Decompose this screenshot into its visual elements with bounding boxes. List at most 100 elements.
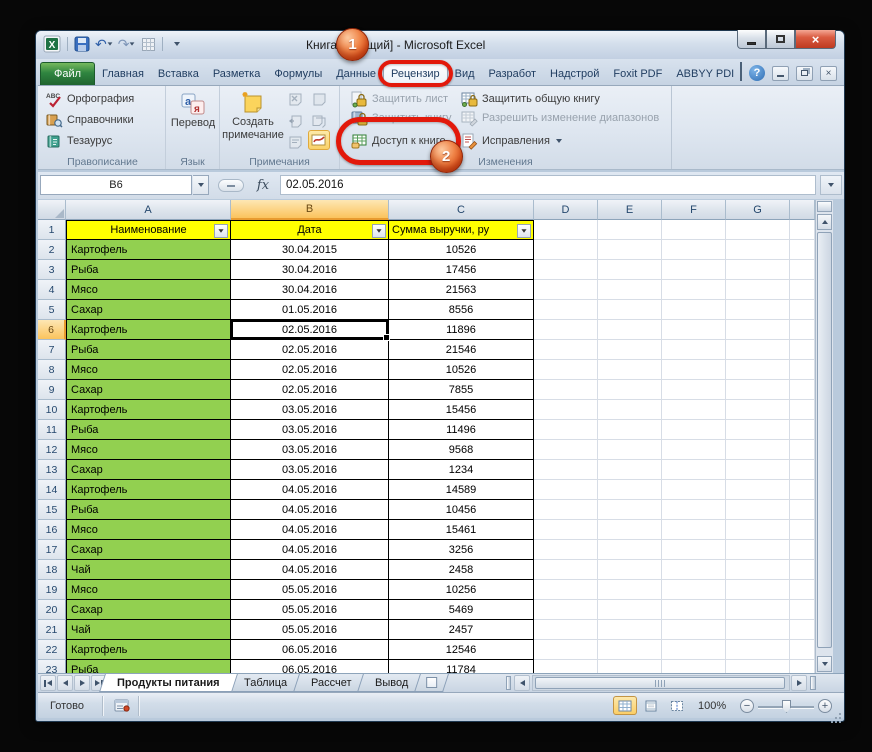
first-sheet-button[interactable] xyxy=(40,675,56,691)
empty-cell[interactable] xyxy=(726,260,790,280)
cell-B8[interactable]: 02.05.2016 xyxy=(231,360,389,380)
empty-cell[interactable] xyxy=(598,540,662,560)
empty-cell[interactable] xyxy=(598,260,662,280)
vertical-split-handle[interactable] xyxy=(817,201,832,212)
empty-cell[interactable] xyxy=(598,380,662,400)
empty-cell[interactable] xyxy=(534,620,598,640)
empty-cell[interactable] xyxy=(790,660,815,673)
empty-cell[interactable] xyxy=(662,260,726,280)
tab-Разметка[interactable]: Разметка xyxy=(206,63,268,85)
delete-comment-icon[interactable] xyxy=(284,89,306,109)
empty-cell[interactable] xyxy=(662,320,726,340)
empty-cell[interactable] xyxy=(790,220,815,240)
empty-cell[interactable] xyxy=(598,400,662,420)
protect-shared-workbook-button[interactable]: Защитить общую книгу xyxy=(458,90,603,108)
select-all-corner[interactable] xyxy=(38,200,66,220)
empty-cell[interactable] xyxy=(598,480,662,500)
empty-cell[interactable] xyxy=(726,640,790,660)
cell-C6[interactable]: 11896 xyxy=(389,320,534,340)
empty-cell[interactable] xyxy=(662,220,726,240)
cell-C20[interactable]: 5469 xyxy=(389,600,534,620)
empty-cell[interactable] xyxy=(534,340,598,360)
empty-cell[interactable] xyxy=(790,560,815,580)
cell-A21[interactable]: Чай xyxy=(66,620,231,640)
row-header-22[interactable]: 22 xyxy=(38,640,66,660)
cell-B15[interactable]: 04.05.2016 xyxy=(231,500,389,520)
tab-Надстрой[interactable]: Надстрой xyxy=(543,63,606,85)
cell-A14[interactable]: Картофель xyxy=(66,480,231,500)
cell-C3[interactable]: 17456 xyxy=(389,260,534,280)
cell-A12[interactable]: Мясо xyxy=(66,440,231,460)
empty-cell[interactable] xyxy=(662,660,726,673)
translate-button[interactable]: aя Перевод xyxy=(169,91,217,130)
cell-B19[interactable]: 05.05.2016 xyxy=(231,580,389,600)
empty-cell[interactable] xyxy=(598,460,662,480)
cell-C15[interactable]: 10456 xyxy=(389,500,534,520)
cell-B12[interactable]: 03.05.2016 xyxy=(231,440,389,460)
empty-cell[interactable] xyxy=(790,520,815,540)
cell-B22[interactable]: 06.05.2016 xyxy=(231,640,389,660)
cell-B16[interactable]: 04.05.2016 xyxy=(231,520,389,540)
cell-A16[interactable]: Мясо xyxy=(66,520,231,540)
empty-cell[interactable] xyxy=(726,340,790,360)
empty-cell[interactable] xyxy=(662,300,726,320)
tab-Данные[interactable]: Данные xyxy=(329,63,383,85)
row-header-1[interactable]: 1 xyxy=(38,220,66,240)
row-header-14[interactable]: 14 xyxy=(38,480,66,500)
empty-cell[interactable] xyxy=(726,220,790,240)
row-header-6[interactable]: 6 xyxy=(38,320,66,340)
empty-cell[interactable] xyxy=(726,360,790,380)
filter-dropdown-icon[interactable] xyxy=(214,224,228,238)
empty-cell[interactable] xyxy=(598,420,662,440)
workbook-minimize-button[interactable] xyxy=(772,65,789,81)
cell-B13[interactable]: 03.05.2016 xyxy=(231,460,389,480)
cell-A5[interactable]: Сахар xyxy=(66,300,231,320)
row-header-21[interactable]: 21 xyxy=(38,620,66,640)
cell-C21[interactable]: 2457 xyxy=(389,620,534,640)
cell-B6[interactable]: 02.05.2016 xyxy=(231,320,390,341)
previous-sheet-button[interactable] xyxy=(57,675,73,691)
name-box[interactable]: B6 xyxy=(40,175,192,195)
collapse-ribbon-icon[interactable] xyxy=(740,62,742,82)
cell-C13[interactable]: 1234 xyxy=(389,460,534,480)
cell-A10[interactable]: Картофель xyxy=(66,400,231,420)
empty-cell[interactable] xyxy=(598,320,662,340)
cell-B10[interactable]: 03.05.2016 xyxy=(231,400,389,420)
column-header-G[interactable]: G xyxy=(726,200,790,220)
resize-grip[interactable] xyxy=(839,713,841,715)
minimize-button[interactable] xyxy=(737,30,766,49)
empty-cell[interactable] xyxy=(662,500,726,520)
empty-cell[interactable] xyxy=(534,560,598,580)
cell-A13[interactable]: Сахар xyxy=(66,460,231,480)
empty-cell[interactable] xyxy=(598,620,662,640)
empty-cell[interactable] xyxy=(534,540,598,560)
cell-C16[interactable]: 15461 xyxy=(389,520,534,540)
empty-cell[interactable] xyxy=(790,440,815,460)
cell-A17[interactable]: Сахар xyxy=(66,540,231,560)
cell-B9[interactable]: 02.05.2016 xyxy=(231,380,389,400)
empty-cell[interactable] xyxy=(534,260,598,280)
empty-cell[interactable] xyxy=(534,520,598,540)
cell-B21[interactable]: 05.05.2016 xyxy=(231,620,389,640)
empty-cell[interactable] xyxy=(662,480,726,500)
next-sheet-button[interactable] xyxy=(74,675,90,691)
page-break-view-button[interactable] xyxy=(665,696,689,715)
cell-A20[interactable]: Сахар xyxy=(66,600,231,620)
page-layout-view-button[interactable] xyxy=(639,696,663,715)
empty-cell[interactable] xyxy=(790,380,815,400)
empty-cell[interactable] xyxy=(598,500,662,520)
scroll-up-button[interactable] xyxy=(817,214,832,230)
cell-A2[interactable]: Картофель xyxy=(66,240,231,260)
cell-A3[interactable]: Рыба xyxy=(66,260,231,280)
empty-cell[interactable] xyxy=(534,580,598,600)
empty-cell[interactable] xyxy=(598,580,662,600)
empty-cell[interactable] xyxy=(790,540,815,560)
name-box-dropdown[interactable] xyxy=(193,175,209,195)
empty-cell[interactable] xyxy=(726,420,790,440)
empty-cell[interactable] xyxy=(726,580,790,600)
empty-cell[interactable] xyxy=(726,600,790,620)
row-header-5[interactable]: 5 xyxy=(38,300,66,320)
empty-cell[interactable] xyxy=(534,500,598,520)
workbook-restore-button[interactable] xyxy=(796,65,813,81)
empty-cell[interactable] xyxy=(662,340,726,360)
